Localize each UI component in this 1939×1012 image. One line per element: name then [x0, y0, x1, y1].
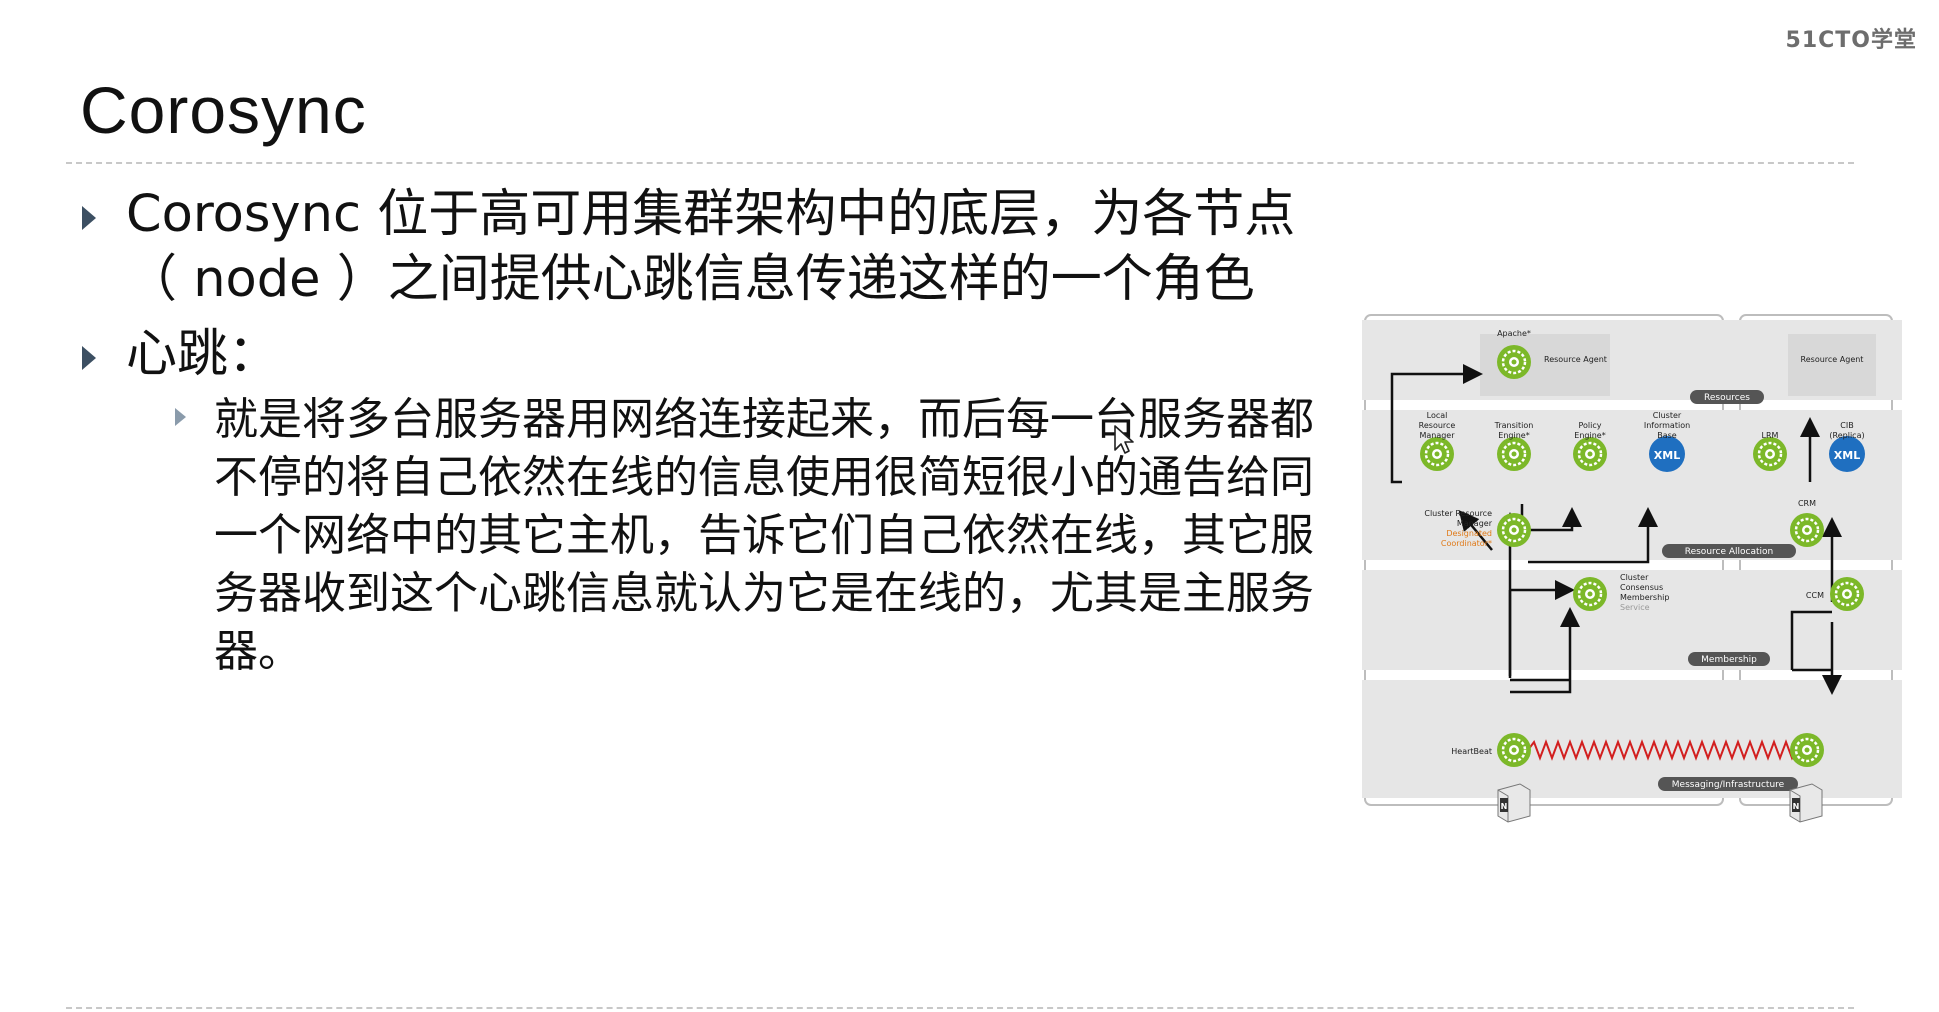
gear-icon-heartbeat-left [1495, 731, 1533, 769]
bullet-item-heartbeat: 心跳： 就是将多台服务器用网络连接起来，而后每一台服务器都不停的将自己依然在线的… [80, 322, 1340, 681]
resource-agent-box-right [1788, 334, 1876, 396]
mouse-pointer-icon [1114, 425, 1134, 454]
gear-icon-cluster-resource-manager [1495, 511, 1533, 549]
bullet-item-corosync: Corosync 位于高可用集群架构中的底层，为各节点（ node ）之间提供心… [80, 182, 1340, 312]
label-designated-2: Coordinator* [1441, 539, 1492, 548]
gear-icon-heartbeat-right [1788, 731, 1826, 769]
label-crm: CRM [1798, 499, 1816, 508]
band-messaging [1362, 680, 1902, 798]
label-cib-1: Cluster [1653, 411, 1682, 420]
sub-bullet-arrow-icon [175, 408, 186, 426]
label-resource-agent-right: Resource Agent [1801, 355, 1864, 364]
label-ccm-1: Cluster [1620, 573, 1649, 582]
band-tag-resources-label: Resources [1704, 393, 1750, 403]
label-lrm: LRM [1762, 431, 1779, 440]
footer-divider [66, 1007, 1854, 1009]
label-heartbeat: HeartBeat [1451, 747, 1492, 756]
gear-icon-crm [1788, 511, 1826, 549]
label-transition-2: Engine* [1498, 431, 1529, 440]
xml-label-cib-replica: XML [1834, 449, 1860, 462]
label-ccm-4: Service [1620, 603, 1650, 612]
gear-icon-local-resource-manager [1418, 435, 1456, 473]
bullet-arrow-icon [82, 206, 96, 230]
xml-label-cib: XML [1654, 449, 1680, 462]
gear-icon-policy-engine [1571, 435, 1609, 473]
band-tag-resource-allocation-label: Resource Allocation [1685, 547, 1774, 557]
label-crm-full-1: Cluster Resource [1424, 509, 1492, 518]
bullet-arrow-icon [82, 346, 96, 370]
label-local-rm-1: Local [1427, 411, 1448, 420]
sub-bullet-item: 就是将多台服务器用网络连接起来，而后每一台服务器都不停的将自己依然在线的信息使用… [126, 391, 1340, 681]
label-policy-2: Engine* [1574, 431, 1605, 440]
cluster-architecture-diagram: Resources Resource Allocation Membership… [1362, 312, 1902, 830]
band-tag-messaging-label: Messaging/Infrastructure [1672, 780, 1785, 790]
label-designated-1: Designated [1446, 529, 1492, 538]
gear-icon-ccm-left [1571, 575, 1609, 613]
gear-icon-ccm-right [1828, 575, 1866, 613]
label-ccm-right: CCM [1806, 591, 1824, 600]
label-policy-1: Policy [1578, 421, 1601, 430]
label-cib-replica-1: CIB [1840, 421, 1853, 430]
server-node-letter-right: N [1793, 802, 1800, 811]
label-local-rm-2: Resource [1419, 421, 1456, 430]
label-local-rm-3: Manager [1419, 431, 1455, 440]
gear-icon-apache-agent [1495, 343, 1533, 381]
bullet-text: Corosync 位于高可用集群架构中的底层，为各节点（ node ）之间提供心… [126, 185, 1296, 309]
label-ccm-2: Consensus [1620, 583, 1663, 592]
bullet-text: 心跳： [126, 325, 280, 384]
label-cib-3: Base [1657, 431, 1677, 440]
label-crm-full-2: Manager [1457, 519, 1493, 528]
label-apache: Apache* [1497, 329, 1531, 338]
band-tag-membership-label: Membership [1701, 655, 1757, 665]
gear-icon-transition-engine [1495, 435, 1533, 473]
label-ccm-3: Membership [1620, 593, 1669, 602]
label-resource-agent-left: Resource Agent [1544, 355, 1607, 364]
server-node-letter-left: N [1501, 802, 1508, 811]
label-cib-replica-2: (Replica) [1829, 431, 1864, 440]
sub-bullet-text: 就是将多台服务器用网络连接起来，而后每一台服务器都不停的将自己依然在线的信息使用… [214, 394, 1314, 677]
title-divider [66, 162, 1854, 164]
bullet-list: Corosync 位于高可用集群架构中的底层，为各节点（ node ）之间提供心… [80, 182, 1340, 691]
gear-icon-lrm [1751, 435, 1789, 473]
slide-title: Corosync [80, 73, 367, 147]
label-transition-1: Transition [1494, 421, 1534, 430]
brand-logo-text: 51CTO学堂 [1785, 28, 1917, 53]
label-cib-2: Information [1644, 421, 1690, 430]
